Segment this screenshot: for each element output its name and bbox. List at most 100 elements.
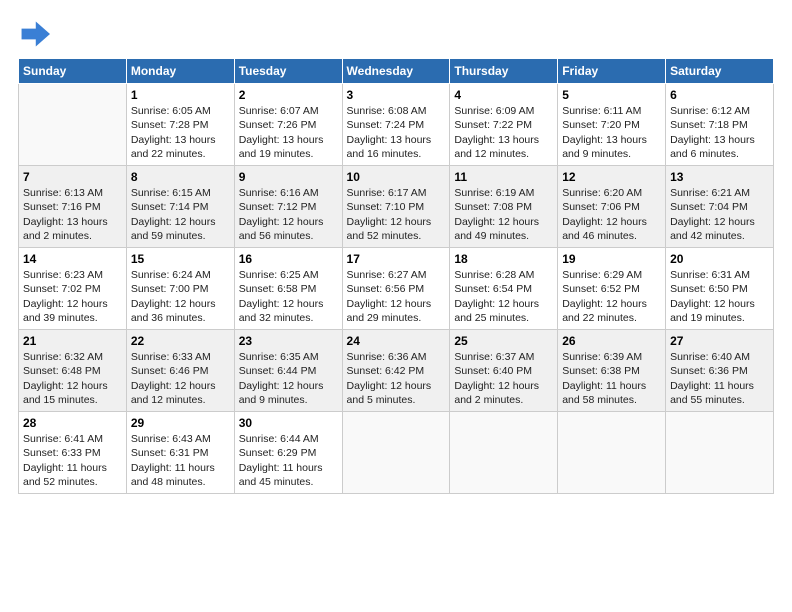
day-info: Sunrise: 6:08 AM Sunset: 7:24 PM Dayligh… bbox=[347, 104, 446, 161]
day-number: 2 bbox=[239, 87, 338, 103]
day-info: Sunrise: 6:27 AM Sunset: 6:56 PM Dayligh… bbox=[347, 268, 446, 325]
day-info: Sunrise: 6:33 AM Sunset: 6:46 PM Dayligh… bbox=[131, 350, 230, 407]
calendar-cell: 10Sunrise: 6:17 AM Sunset: 7:10 PM Dayli… bbox=[342, 166, 450, 248]
calendar-cell: 29Sunrise: 6:43 AM Sunset: 6:31 PM Dayli… bbox=[126, 412, 234, 494]
calendar-cell: 11Sunrise: 6:19 AM Sunset: 7:08 PM Dayli… bbox=[450, 166, 558, 248]
day-number: 13 bbox=[670, 169, 769, 185]
calendar-week-3: 14Sunrise: 6:23 AM Sunset: 7:02 PM Dayli… bbox=[19, 248, 774, 330]
day-info: Sunrise: 6:29 AM Sunset: 6:52 PM Dayligh… bbox=[562, 268, 661, 325]
column-header-monday: Monday bbox=[126, 59, 234, 84]
day-number: 29 bbox=[131, 415, 230, 431]
calendar-cell: 2Sunrise: 6:07 AM Sunset: 7:26 PM Daylig… bbox=[234, 84, 342, 166]
day-info: Sunrise: 6:35 AM Sunset: 6:44 PM Dayligh… bbox=[239, 350, 338, 407]
calendar-cell: 5Sunrise: 6:11 AM Sunset: 7:20 PM Daylig… bbox=[558, 84, 666, 166]
calendar-week-2: 7Sunrise: 6:13 AM Sunset: 7:16 PM Daylig… bbox=[19, 166, 774, 248]
calendar-cell: 24Sunrise: 6:36 AM Sunset: 6:42 PM Dayli… bbox=[342, 330, 450, 412]
day-info: Sunrise: 6:44 AM Sunset: 6:29 PM Dayligh… bbox=[239, 432, 338, 489]
day-info: Sunrise: 6:05 AM Sunset: 7:28 PM Dayligh… bbox=[131, 104, 230, 161]
day-info: Sunrise: 6:21 AM Sunset: 7:04 PM Dayligh… bbox=[670, 186, 769, 243]
day-info: Sunrise: 6:23 AM Sunset: 7:02 PM Dayligh… bbox=[23, 268, 122, 325]
calendar-cell: 8Sunrise: 6:15 AM Sunset: 7:14 PM Daylig… bbox=[126, 166, 234, 248]
calendar-cell: 26Sunrise: 6:39 AM Sunset: 6:38 PM Dayli… bbox=[558, 330, 666, 412]
calendar-cell: 19Sunrise: 6:29 AM Sunset: 6:52 PM Dayli… bbox=[558, 248, 666, 330]
day-info: Sunrise: 6:37 AM Sunset: 6:40 PM Dayligh… bbox=[454, 350, 553, 407]
column-header-tuesday: Tuesday bbox=[234, 59, 342, 84]
day-info: Sunrise: 6:32 AM Sunset: 6:48 PM Dayligh… bbox=[23, 350, 122, 407]
column-header-wednesday: Wednesday bbox=[342, 59, 450, 84]
day-number: 24 bbox=[347, 333, 446, 349]
calendar-week-5: 28Sunrise: 6:41 AM Sunset: 6:33 PM Dayli… bbox=[19, 412, 774, 494]
day-number: 21 bbox=[23, 333, 122, 349]
calendar-cell: 12Sunrise: 6:20 AM Sunset: 7:06 PM Dayli… bbox=[558, 166, 666, 248]
day-number: 8 bbox=[131, 169, 230, 185]
day-info: Sunrise: 6:09 AM Sunset: 7:22 PM Dayligh… bbox=[454, 104, 553, 161]
day-number: 9 bbox=[239, 169, 338, 185]
day-info: Sunrise: 6:16 AM Sunset: 7:12 PM Dayligh… bbox=[239, 186, 338, 243]
day-number: 25 bbox=[454, 333, 553, 349]
day-info: Sunrise: 6:36 AM Sunset: 6:42 PM Dayligh… bbox=[347, 350, 446, 407]
day-info: Sunrise: 6:19 AM Sunset: 7:08 PM Dayligh… bbox=[454, 186, 553, 243]
column-header-saturday: Saturday bbox=[666, 59, 774, 84]
calendar-cell: 30Sunrise: 6:44 AM Sunset: 6:29 PM Dayli… bbox=[234, 412, 342, 494]
day-info: Sunrise: 6:31 AM Sunset: 6:50 PM Dayligh… bbox=[670, 268, 769, 325]
day-number: 6 bbox=[670, 87, 769, 103]
day-number: 7 bbox=[23, 169, 122, 185]
day-number: 22 bbox=[131, 333, 230, 349]
calendar-cell: 20Sunrise: 6:31 AM Sunset: 6:50 PM Dayli… bbox=[666, 248, 774, 330]
day-info: Sunrise: 6:12 AM Sunset: 7:18 PM Dayligh… bbox=[670, 104, 769, 161]
day-number: 1 bbox=[131, 87, 230, 103]
column-header-sunday: Sunday bbox=[19, 59, 127, 84]
day-info: Sunrise: 6:40 AM Sunset: 6:36 PM Dayligh… bbox=[670, 350, 769, 407]
logo bbox=[18, 18, 54, 50]
calendar-week-1: 1Sunrise: 6:05 AM Sunset: 7:28 PM Daylig… bbox=[19, 84, 774, 166]
calendar-cell: 21Sunrise: 6:32 AM Sunset: 6:48 PM Dayli… bbox=[19, 330, 127, 412]
day-info: Sunrise: 6:41 AM Sunset: 6:33 PM Dayligh… bbox=[23, 432, 122, 489]
logo-icon bbox=[18, 18, 50, 50]
header bbox=[18, 18, 774, 50]
day-info: Sunrise: 6:17 AM Sunset: 7:10 PM Dayligh… bbox=[347, 186, 446, 243]
day-info: Sunrise: 6:11 AM Sunset: 7:20 PM Dayligh… bbox=[562, 104, 661, 161]
day-number: 18 bbox=[454, 251, 553, 267]
calendar-cell: 15Sunrise: 6:24 AM Sunset: 7:00 PM Dayli… bbox=[126, 248, 234, 330]
day-info: Sunrise: 6:07 AM Sunset: 7:26 PM Dayligh… bbox=[239, 104, 338, 161]
calendar-cell: 4Sunrise: 6:09 AM Sunset: 7:22 PM Daylig… bbox=[450, 84, 558, 166]
calendar-cell: 13Sunrise: 6:21 AM Sunset: 7:04 PM Dayli… bbox=[666, 166, 774, 248]
day-number: 23 bbox=[239, 333, 338, 349]
calendar-cell: 25Sunrise: 6:37 AM Sunset: 6:40 PM Dayli… bbox=[450, 330, 558, 412]
column-header-thursday: Thursday bbox=[450, 59, 558, 84]
page: SundayMondayTuesdayWednesdayThursdayFrid… bbox=[0, 0, 792, 612]
calendar-body: 1Sunrise: 6:05 AM Sunset: 7:28 PM Daylig… bbox=[19, 84, 774, 494]
day-number: 17 bbox=[347, 251, 446, 267]
day-info: Sunrise: 6:15 AM Sunset: 7:14 PM Dayligh… bbox=[131, 186, 230, 243]
day-info: Sunrise: 6:13 AM Sunset: 7:16 PM Dayligh… bbox=[23, 186, 122, 243]
calendar-cell bbox=[450, 412, 558, 494]
day-number: 3 bbox=[347, 87, 446, 103]
day-number: 5 bbox=[562, 87, 661, 103]
day-number: 15 bbox=[131, 251, 230, 267]
calendar-cell: 1Sunrise: 6:05 AM Sunset: 7:28 PM Daylig… bbox=[126, 84, 234, 166]
calendar-cell bbox=[342, 412, 450, 494]
calendar-cell: 23Sunrise: 6:35 AM Sunset: 6:44 PM Dayli… bbox=[234, 330, 342, 412]
calendar-cell bbox=[19, 84, 127, 166]
calendar-cell: 6Sunrise: 6:12 AM Sunset: 7:18 PM Daylig… bbox=[666, 84, 774, 166]
day-number: 14 bbox=[23, 251, 122, 267]
day-number: 12 bbox=[562, 169, 661, 185]
calendar-cell: 22Sunrise: 6:33 AM Sunset: 6:46 PM Dayli… bbox=[126, 330, 234, 412]
day-info: Sunrise: 6:43 AM Sunset: 6:31 PM Dayligh… bbox=[131, 432, 230, 489]
calendar-cell bbox=[666, 412, 774, 494]
day-number: 20 bbox=[670, 251, 769, 267]
calendar-cell: 14Sunrise: 6:23 AM Sunset: 7:02 PM Dayli… bbox=[19, 248, 127, 330]
calendar-cell: 16Sunrise: 6:25 AM Sunset: 6:58 PM Dayli… bbox=[234, 248, 342, 330]
day-number: 11 bbox=[454, 169, 553, 185]
day-number: 4 bbox=[454, 87, 553, 103]
day-number: 26 bbox=[562, 333, 661, 349]
calendar-table: SundayMondayTuesdayWednesdayThursdayFrid… bbox=[18, 58, 774, 494]
calendar-cell: 3Sunrise: 6:08 AM Sunset: 7:24 PM Daylig… bbox=[342, 84, 450, 166]
day-info: Sunrise: 6:24 AM Sunset: 7:00 PM Dayligh… bbox=[131, 268, 230, 325]
column-header-friday: Friday bbox=[558, 59, 666, 84]
day-info: Sunrise: 6:39 AM Sunset: 6:38 PM Dayligh… bbox=[562, 350, 661, 407]
day-info: Sunrise: 6:25 AM Sunset: 6:58 PM Dayligh… bbox=[239, 268, 338, 325]
calendar-cell: 9Sunrise: 6:16 AM Sunset: 7:12 PM Daylig… bbox=[234, 166, 342, 248]
day-number: 27 bbox=[670, 333, 769, 349]
calendar-header: SundayMondayTuesdayWednesdayThursdayFrid… bbox=[19, 59, 774, 84]
